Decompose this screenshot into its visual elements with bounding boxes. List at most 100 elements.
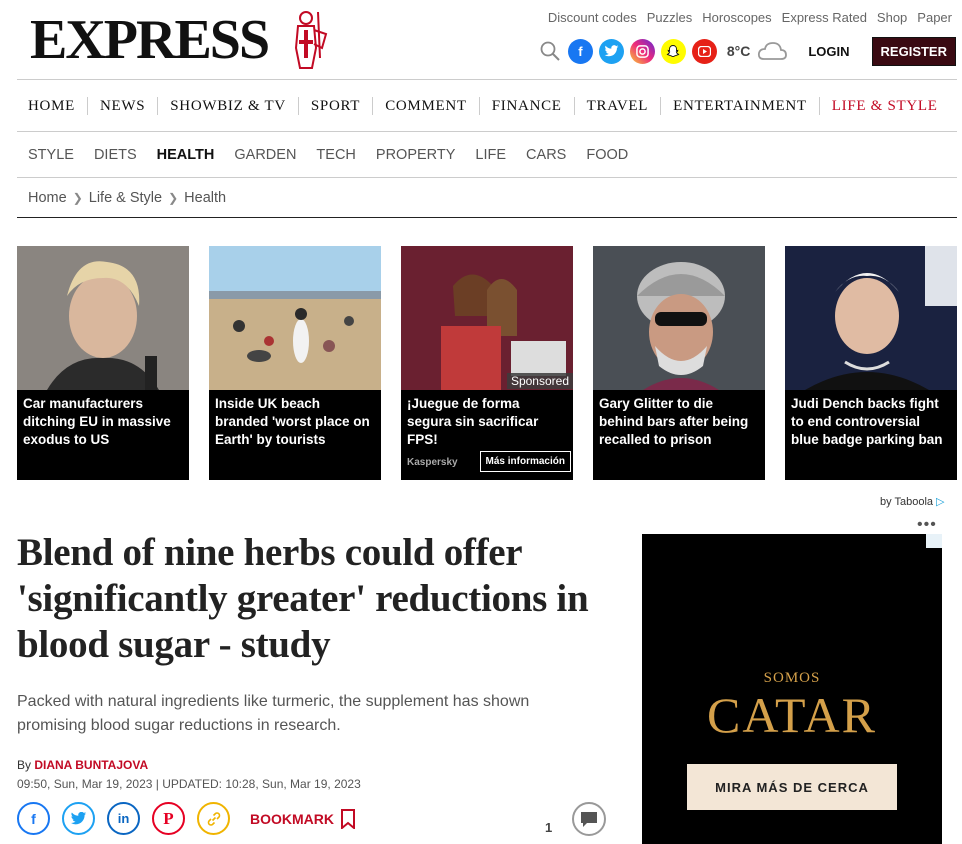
speech-bubble-icon (581, 812, 597, 827)
weather-temperature: 8°C (726, 43, 751, 59)
taboola-label: by Taboola (880, 495, 934, 508)
breadcrumb-life-style[interactable]: Life & Style (89, 190, 162, 206)
nav-item-life-style[interactable]: LIFE & STYLE (820, 97, 950, 115)
top-link-horoscopes[interactable]: Horoscopes (702, 10, 771, 25)
byline-prefix: By (17, 758, 35, 772)
teaser-card[interactable]: Judi Dench backs fight to end controvers… (785, 246, 957, 480)
instagram-icon[interactable] (629, 38, 655, 64)
facebook-icon[interactable]: f (567, 38, 593, 64)
youtube-play-icon (697, 45, 711, 57)
twitter-icon[interactable] (598, 38, 624, 64)
teaser-image (17, 246, 189, 390)
nav-item-travel[interactable]: TRAVEL (575, 96, 662, 115)
cloud-icon (758, 42, 788, 60)
facebook-glyph: f (578, 43, 583, 59)
article-dateline: 09:50, Sun, Mar 19, 2023 | UPDATED: 10:2… (17, 777, 361, 791)
teaser-card-sponsored[interactable]: Sponsored ¡Juegue de forma segura sin sa… (401, 246, 573, 480)
subnav-item-life[interactable]: LIFE (465, 147, 516, 163)
bookmark-icon (341, 808, 355, 829)
subnav-item-property[interactable]: PROPERTY (366, 147, 466, 163)
bookmark-label: BOOKMARK (250, 810, 334, 827)
ad-line-2: CATAR (707, 687, 877, 743)
teaser-caption: Judi Dench backs fight to end controvers… (791, 396, 943, 447)
share-facebook-icon[interactable]: f (17, 802, 50, 835)
ad-options-icon[interactable]: ••• (917, 517, 937, 533)
subnav-item-cars[interactable]: CARS (516, 147, 576, 163)
social-links: f (567, 38, 717, 64)
breadcrumb: Home ❯ Life & Style ❯ Health (17, 178, 957, 218)
breadcrumb-home[interactable]: Home (28, 190, 67, 206)
instagram-camera-icon (636, 44, 649, 58)
header-tools: f 8°C LOGIN REGISTER (538, 36, 956, 66)
share-pinterest-icon[interactable]: P (152, 802, 185, 835)
teaser-card[interactable]: Gary Glitter to die behind bars after be… (593, 246, 765, 480)
nav-item-finance[interactable]: FINANCE (480, 96, 575, 115)
comments-button[interactable] (572, 802, 606, 836)
article-standfirst: Packed with natural ingredients like tur… (17, 693, 530, 734)
subnav-item-diets[interactable]: DIETS (84, 147, 147, 163)
crusader-logo-icon[interactable] (286, 8, 330, 72)
taboola-attribution[interactable]: by Taboola ▷ (880, 495, 945, 509)
snapchat-icon[interactable] (660, 38, 686, 64)
nav-item-home[interactable]: HOME (17, 96, 88, 115)
top-link-express-rated[interactable]: Express Rated (782, 10, 867, 25)
link-chain-icon (207, 811, 220, 826)
search-icon[interactable] (538, 39, 562, 63)
teaser-card[interactable]: Inside UK beach branded 'worst place on … (209, 246, 381, 480)
teaser-card[interactable]: Car manufacturers ditching EU in massive… (17, 246, 189, 480)
share-linkedin-icon[interactable]: in (107, 802, 140, 835)
teaser-caption: Gary Glitter to die behind bars after be… (599, 396, 749, 447)
taboola-teasers: Car manufacturers ditching EU in massive… (17, 246, 957, 480)
ad-line-1: SOMOS (763, 670, 821, 686)
top-link-paper[interactable]: Paper (917, 10, 952, 25)
teaser-caption: Inside UK beach branded 'worst place on … (215, 396, 370, 447)
subnav-item-food[interactable]: FOOD (576, 147, 638, 163)
subnav-item-tech[interactable]: TECH (306, 147, 365, 163)
nav-item-news[interactable]: NEWS (88, 96, 159, 115)
nav-item-sport[interactable]: SPORT (299, 96, 374, 115)
top-link-puzzles[interactable]: Puzzles (647, 10, 693, 25)
article-byline: By DIANA BUNTAJOVA (17, 758, 148, 772)
subnav-item-style[interactable]: STYLE (17, 147, 84, 163)
nav-item-entertainment[interactable]: ENTERTAINMENT (661, 96, 820, 115)
chevron-right-icon: ❯ (72, 190, 83, 205)
subnav-item-health[interactable]: HEALTH (147, 147, 225, 163)
share-bar: f in P BOOKMARK (17, 802, 356, 835)
teaser-caption: ¡Juegue de forma segura sin sacrificar F… (407, 396, 539, 447)
ad-cta-button[interactable]: MIRA MÁS DE CERCA (687, 764, 897, 810)
twitter-bird-icon (70, 811, 87, 824)
copy-link-icon[interactable] (197, 802, 230, 835)
adchoices-icon: ▷ (936, 496, 945, 508)
teaser-image (401, 246, 573, 390)
main-nav: HOME NEWS SHOWBIZ & TV SPORT COMMENT FIN… (17, 79, 957, 132)
author-link[interactable]: DIANA BUNTAJOVA (34, 758, 148, 772)
top-link-discount-codes[interactable]: Discount codes (548, 10, 637, 25)
youtube-icon[interactable] (691, 38, 717, 64)
teaser-caption: Car manufacturers ditching EU in massive… (23, 396, 171, 447)
sponsored-label: Sponsored (506, 373, 573, 389)
top-links: Discount codes Puzzles Horoscopes Expres… (548, 10, 952, 25)
adchoices-icon[interactable] (926, 534, 942, 548)
site-header: EXPRESS Discount codes Puzzles Horoscope… (0, 0, 962, 80)
teaser-image (209, 246, 381, 390)
article-headline: Blend of nine herbs could offer 'signifi… (17, 531, 589, 666)
site-logo[interactable]: EXPRESS (30, 12, 270, 68)
bookmark-button[interactable]: BOOKMARK (250, 808, 356, 829)
sub-nav: STYLE DIETS HEALTH GARDEN TECH PROPERTY … (17, 132, 957, 178)
advertisement[interactable]: SOMOS CATAR MIRA MÁS DE CERCA (642, 534, 942, 844)
register-button[interactable]: REGISTER (871, 36, 956, 66)
subnav-item-garden[interactable]: GARDEN (224, 147, 306, 163)
comment-count[interactable]: 1 (545, 820, 552, 835)
teaser-image (593, 246, 765, 390)
breadcrumb-health[interactable]: Health (184, 190, 226, 206)
more-info-button[interactable]: Más información (479, 451, 571, 472)
login-link[interactable]: LOGIN (808, 44, 849, 59)
nav-item-showbiz-tv[interactable]: SHOWBIZ & TV (158, 96, 299, 115)
twitter-bird-icon (604, 44, 619, 56)
nav-item-comment[interactable]: COMMENT (373, 96, 480, 115)
teaser-image (785, 246, 957, 390)
share-twitter-icon[interactable] (62, 802, 95, 835)
top-link-shop[interactable]: Shop (877, 10, 907, 25)
snapchat-ghost-icon (666, 45, 680, 58)
advertiser-name: Kaspersky (407, 457, 458, 468)
